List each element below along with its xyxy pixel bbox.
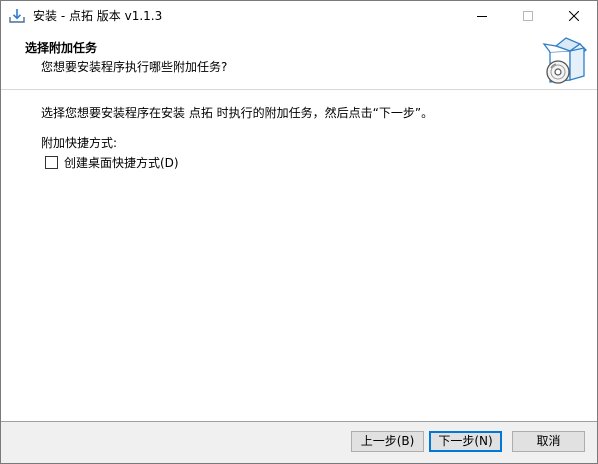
maximize-icon — [523, 11, 533, 21]
wizard-header: 选择附加任务 您想要安装程序执行哪些附加任务? — [1, 31, 597, 90]
wizard-body: 选择您想要安装程序在安装 点拓 时执行的附加任务，然后点击“下一步”。 附加快捷… — [1, 90, 597, 421]
instruction-text: 选择您想要安装程序在安装 点拓 时执行的附加任务，然后点击“下一步”。 — [41, 106, 434, 120]
title-bar[interactable]: 安装 - 点拓 版本 v1.1.3 — [1, 1, 597, 31]
desktop-shortcut-label: 创建桌面快捷方式(D) — [64, 155, 179, 170]
close-icon — [569, 11, 579, 21]
shortcut-group-label: 附加快捷方式: — [41, 136, 118, 150]
minimize-icon — [477, 16, 487, 17]
wizard-footer: 上一步(B) 下一步(N) 取消 — [1, 422, 597, 463]
cancel-button[interactable]: 取消 — [512, 431, 585, 452]
installer-download-icon — [9, 8, 25, 24]
window-title: 安装 - 点拓 版本 v1.1.3 — [33, 9, 163, 23]
minimize-button[interactable] — [459, 1, 505, 31]
page-title: 选择附加任务 — [25, 41, 98, 55]
desktop-shortcut-checkbox[interactable] — [45, 155, 58, 169]
software-box-disc-icon — [542, 34, 590, 86]
desktop-shortcut-option[interactable]: 创建桌面快捷方式(D) — [45, 154, 179, 170]
maximize-button[interactable] — [505, 1, 551, 31]
next-button[interactable]: 下一步(N) — [429, 431, 502, 452]
installer-window: 安装 - 点拓 版本 v1.1.3 选择附加任务 您想要安装程序执行哪些附加任务… — [0, 0, 598, 464]
close-button[interactable] — [551, 1, 597, 31]
page-subtitle: 您想要安装程序执行哪些附加任务? — [41, 60, 228, 74]
back-button[interactable]: 上一步(B) — [351, 431, 424, 452]
